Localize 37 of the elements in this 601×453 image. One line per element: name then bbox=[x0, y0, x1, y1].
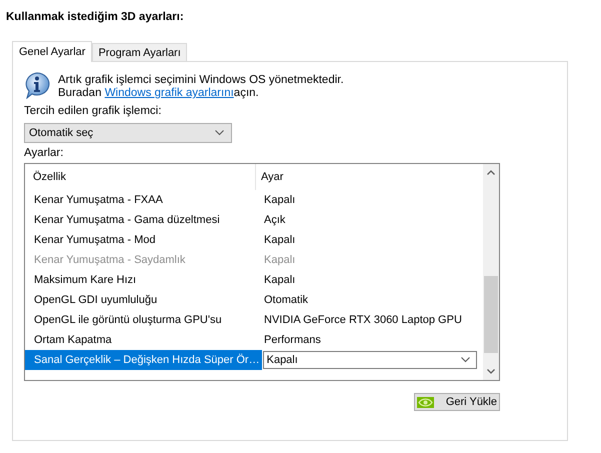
eye-logo-icon bbox=[416, 396, 434, 408]
scroll-down-icon[interactable] bbox=[487, 369, 495, 374]
info-icon bbox=[24, 72, 50, 99]
setting-name[interactable]: Kenar Yumuşatma - FXAA bbox=[33, 190, 259, 210]
restore-button[interactable]: Geri Yükle bbox=[414, 393, 500, 411]
setting-value: Kapalı bbox=[263, 254, 296, 266]
field-label: Ayarlar: bbox=[24, 147, 64, 159]
setting-value: Kapalı bbox=[263, 234, 296, 246]
setting-dropdown[interactable]: Kapalı bbox=[262, 351, 477, 369]
tab[interactable]: Program Ayarları bbox=[92, 43, 187, 61]
selected-setting-name[interactable]: Sanal Gerçeklik – Değişken Hızda Süper Ör… bbox=[25, 350, 262, 370]
gpu-dropdown[interactable]: Otomatik seç bbox=[24, 123, 232, 143]
column-header[interactable]: Ayar bbox=[256, 171, 284, 183]
setting-name[interactable]: Kenar Yumuşatma - Mod bbox=[33, 230, 259, 250]
column-header[interactable]: Özellik bbox=[33, 171, 66, 183]
tab[interactable]: Genel Ayarlar bbox=[12, 41, 92, 62]
chevron-down-icon bbox=[215, 130, 224, 136]
info-text: Artık grafik işlemci seçimini Windows OS yönetmektedir. bbox=[58, 74, 344, 86]
setting-value: Performans bbox=[263, 334, 321, 346]
setting-name[interactable]: OpenGL ile görüntü oluşturma GPU'su bbox=[33, 310, 259, 330]
setting-value: Kapalı bbox=[263, 274, 296, 286]
setting-name[interactable]: Maksimum Kare Hızı bbox=[33, 270, 259, 290]
info-text: Buradan Windows grafik ayarlarınıaçın. bbox=[58, 87, 260, 99]
setting-name[interactable]: Kenar Yumuşatma - Gama düzeltmesi bbox=[33, 210, 259, 230]
setting-value: Otomatik bbox=[263, 294, 308, 306]
settings-link[interactable]: Windows grafik ayarlarını bbox=[104, 87, 234, 99]
chevron-down-icon bbox=[461, 357, 470, 363]
setting-value: Açık bbox=[263, 214, 286, 226]
setting-value: NVIDIA GeForce RTX 3060 Laptop GPU bbox=[263, 314, 462, 326]
field-label: Tercih edilen grafik işlemci: bbox=[24, 105, 162, 117]
section-heading: Kullanmak istediğim 3D ayarları: bbox=[6, 11, 185, 23]
scroll-thumb[interactable] bbox=[484, 276, 498, 353]
scrollbar[interactable] bbox=[483, 164, 499, 380]
scroll-up-icon[interactable] bbox=[487, 170, 495, 175]
setting-name[interactable]: OpenGL GDI uyumluluğu bbox=[33, 290, 259, 310]
setting-value: Kapalı bbox=[263, 194, 296, 206]
setting-name[interactable]: Ortam Kapatma bbox=[33, 330, 259, 350]
